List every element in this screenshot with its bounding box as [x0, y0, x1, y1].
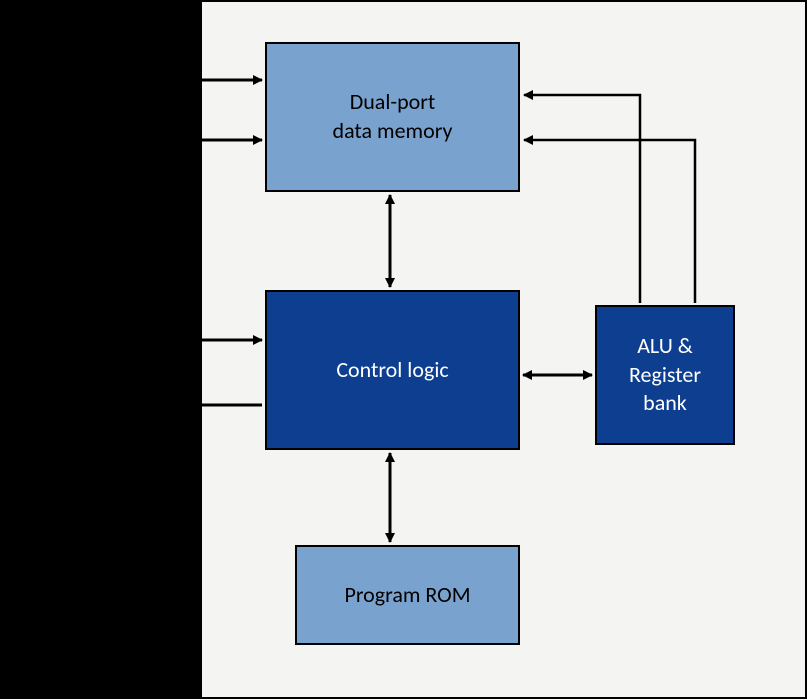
block-alu-register: ALU & Register bank: [595, 305, 735, 445]
block-label: Dual-port data memory: [333, 88, 453, 145]
block-label: ALU & Register bank: [629, 332, 701, 418]
block-label: Control logic: [336, 356, 448, 385]
block-data-memory: Dual-port data memory: [265, 42, 520, 192]
block-control-logic: Control logic: [265, 290, 520, 450]
block-label: Program ROM: [344, 581, 470, 610]
block-program-rom: Program ROM: [295, 545, 520, 645]
